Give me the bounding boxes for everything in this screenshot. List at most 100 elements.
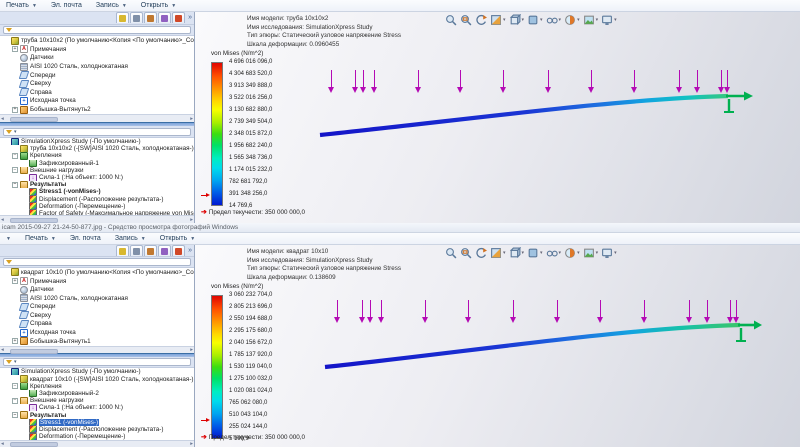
tree-row[interactable]: труба 10x10x2 (По умолчанию<Копия <По ум…: [0, 36, 194, 45]
tree-row[interactable]: Исходная точка: [0, 97, 194, 106]
tree-row[interactable]: SimulationXpress Study (-По умолчанию-): [0, 138, 194, 145]
chevron-down-icon[interactable]: ▼: [171, 3, 176, 9]
tree-row[interactable]: Stress1 (-vonMises-): [0, 419, 194, 426]
horizontal-scrollbar[interactable]: ◂▸: [0, 346, 194, 353]
tree-row[interactable]: + Бобышка-Вытянуть2: [0, 105, 194, 114]
tree-row[interactable]: квадрат 10x10 (По умолчанию<Копия <По ум…: [0, 268, 194, 277]
burn-button[interactable]: Запись▼: [96, 2, 127, 9]
tree-row[interactable]: Deformation (-Перемещение-): [0, 203, 194, 210]
tab-dimxpertmanager[interactable]: [158, 245, 171, 256]
tree-row[interactable]: Датчики: [0, 54, 194, 63]
panel-collapse-chevron[interactable]: »: [188, 247, 192, 254]
tree-row[interactable]: Deformation (-Перемещение-): [0, 433, 194, 440]
tab-configurationmanager[interactable]: [144, 245, 157, 256]
study-filter-input[interactable]: ▾: [3, 128, 191, 136]
open-button[interactable]: Открыть▼: [141, 2, 176, 9]
tree-row[interactable]: Справа: [0, 320, 194, 329]
graphics-viewport[interactable]: Имя модели: труба 10x10x2Имя исследовани…: [195, 12, 800, 223]
scroll-left-icon[interactable]: ◂: [1, 116, 4, 122]
tree-filter-input[interactable]: [3, 258, 191, 266]
chevron-down-icon[interactable]: ▼: [32, 3, 37, 9]
tree-row[interactable]: Сверху: [0, 311, 194, 320]
scroll-right-icon[interactable]: ▸: [190, 116, 193, 122]
study-filter-input[interactable]: ▾: [3, 358, 191, 366]
expand-toggle[interactable]: +: [12, 46, 18, 52]
horizontal-scrollbar[interactable]: ◂▸: [0, 440, 194, 447]
expand-toggle[interactable]: +: [12, 278, 18, 284]
tree-row[interactable]: − Крепления: [0, 152, 194, 159]
chevron-down-icon[interactable]: ▼: [141, 236, 146, 242]
tab-dimxpertmanager[interactable]: [158, 12, 171, 23]
expand-toggle[interactable]: −: [12, 167, 18, 173]
window-title[interactable]: icam 2015-09-27 21-24-50-877.jpg - Средс…: [0, 223, 800, 233]
tree-row[interactable]: Сила-1 (:На объект: 1000 N:): [0, 174, 194, 181]
tree-row[interactable]: SimulationXpress Study (-По умолчанию-): [0, 368, 194, 375]
tree-row[interactable]: − Внешние нагрузки: [0, 397, 194, 404]
scroll-right-icon[interactable]: ▸: [190, 217, 193, 223]
tree-row[interactable]: AISI 1020 Сталь, холоднокатаная: [0, 294, 194, 303]
tree-row[interactable]: + Бобышка-Вытянуть1: [0, 337, 194, 346]
burn-button[interactable]: Запись▼: [115, 235, 146, 242]
expand-toggle[interactable]: +: [12, 107, 18, 113]
scroll-right-icon[interactable]: ▸: [190, 347, 193, 353]
tree-row[interactable]: + Примечания: [0, 45, 194, 54]
expand-toggle[interactable]: −: [12, 153, 18, 159]
scroll-left-icon[interactable]: ◂: [1, 217, 4, 223]
tree-row[interactable]: + Примечания: [0, 277, 194, 286]
tree-row[interactable]: Исходная точка: [0, 328, 194, 337]
tree-row[interactable]: Сверху: [0, 79, 194, 88]
tree-row[interactable]: Зафиксированный-2: [0, 390, 194, 397]
partial-menu-chevron-icon[interactable]: ▼: [6, 236, 11, 242]
expand-toggle[interactable]: −: [12, 412, 18, 418]
expand-toggle[interactable]: −: [12, 383, 18, 389]
tree-item-icon: [11, 138, 19, 145]
tree-row[interactable]: Stress1 (-vonMises-): [0, 188, 194, 195]
open-button[interactable]: Открыть▼: [160, 235, 195, 242]
tree-row[interactable]: Сила-1 (:На объект: 1000 N:): [0, 404, 194, 411]
horizontal-scrollbar[interactable]: ◂▸: [0, 114, 194, 122]
tree-row[interactable]: − Результаты: [0, 411, 194, 418]
email-button[interactable]: Эл. почта: [51, 2, 82, 9]
chevron-down-icon[interactable]: ▼: [122, 3, 127, 9]
tab-displaymanager[interactable]: [172, 245, 185, 256]
tab-displaymanager[interactable]: [172, 12, 185, 23]
tree-row[interactable]: Спереди: [0, 303, 194, 312]
tab-configurationmanager[interactable]: [144, 12, 157, 23]
tree-row[interactable]: труба 10x10x2 (-[SW]AISI 1020 Сталь, хол…: [0, 145, 194, 152]
scrollbar-thumb[interactable]: [10, 349, 58, 354]
tree-row[interactable]: Displacement (-Расположение результата-): [0, 196, 194, 203]
tab-propertymanager[interactable]: [130, 12, 143, 23]
tree-row[interactable]: Справа: [0, 88, 194, 97]
tree-row[interactable]: Спереди: [0, 71, 194, 80]
print-button[interactable]: Печать▼: [6, 2, 37, 9]
tab-propertymanager[interactable]: [130, 245, 143, 256]
email-button[interactable]: Эл. почта: [70, 235, 101, 242]
horizontal-scrollbar[interactable]: ◂▸: [0, 215, 194, 223]
graphics-viewport[interactable]: Имя модели: квадрат 10x10Имя исследовани…: [195, 245, 800, 447]
tree-row[interactable]: − Внешние нагрузки: [0, 167, 194, 174]
scrollbar-thumb[interactable]: [10, 218, 58, 223]
expand-toggle[interactable]: −: [12, 182, 18, 188]
scrollbar-thumb[interactable]: [10, 442, 58, 447]
expand-toggle[interactable]: +: [12, 338, 18, 344]
tree-row[interactable]: AISI 1020 Сталь, холоднокатаная: [0, 62, 194, 71]
print-button[interactable]: Печать▼: [25, 235, 56, 242]
chevron-down-icon[interactable]: ▼: [51, 236, 56, 242]
tab-featuremanager[interactable]: [116, 245, 129, 256]
scroll-left-icon[interactable]: ◂: [1, 347, 4, 353]
scrollbar-thumb[interactable]: [10, 117, 58, 122]
load-arrow-icon: [733, 300, 740, 324]
tree-row[interactable]: Датчики: [0, 285, 194, 294]
scroll-left-icon[interactable]: ◂: [1, 441, 4, 447]
tree-row[interactable]: квадрат 10x10 (-[SW]AISI 1020 Сталь, хол…: [0, 375, 194, 382]
panel-collapse-chevron[interactable]: »: [188, 14, 192, 21]
expand-toggle[interactable]: −: [12, 398, 18, 404]
scroll-right-icon[interactable]: ▸: [190, 441, 193, 447]
tree-row[interactable]: Зафиксированный-1: [0, 160, 194, 167]
tree-row[interactable]: − Крепления: [0, 383, 194, 390]
tree-filter-input[interactable]: [3, 26, 191, 34]
tree-row[interactable]: − Результаты: [0, 181, 194, 188]
tree-row[interactable]: Displacement (-Расположение результата-): [0, 426, 194, 433]
tab-featuremanager[interactable]: [116, 12, 129, 23]
chevron-down-icon[interactable]: ▼: [190, 236, 195, 242]
